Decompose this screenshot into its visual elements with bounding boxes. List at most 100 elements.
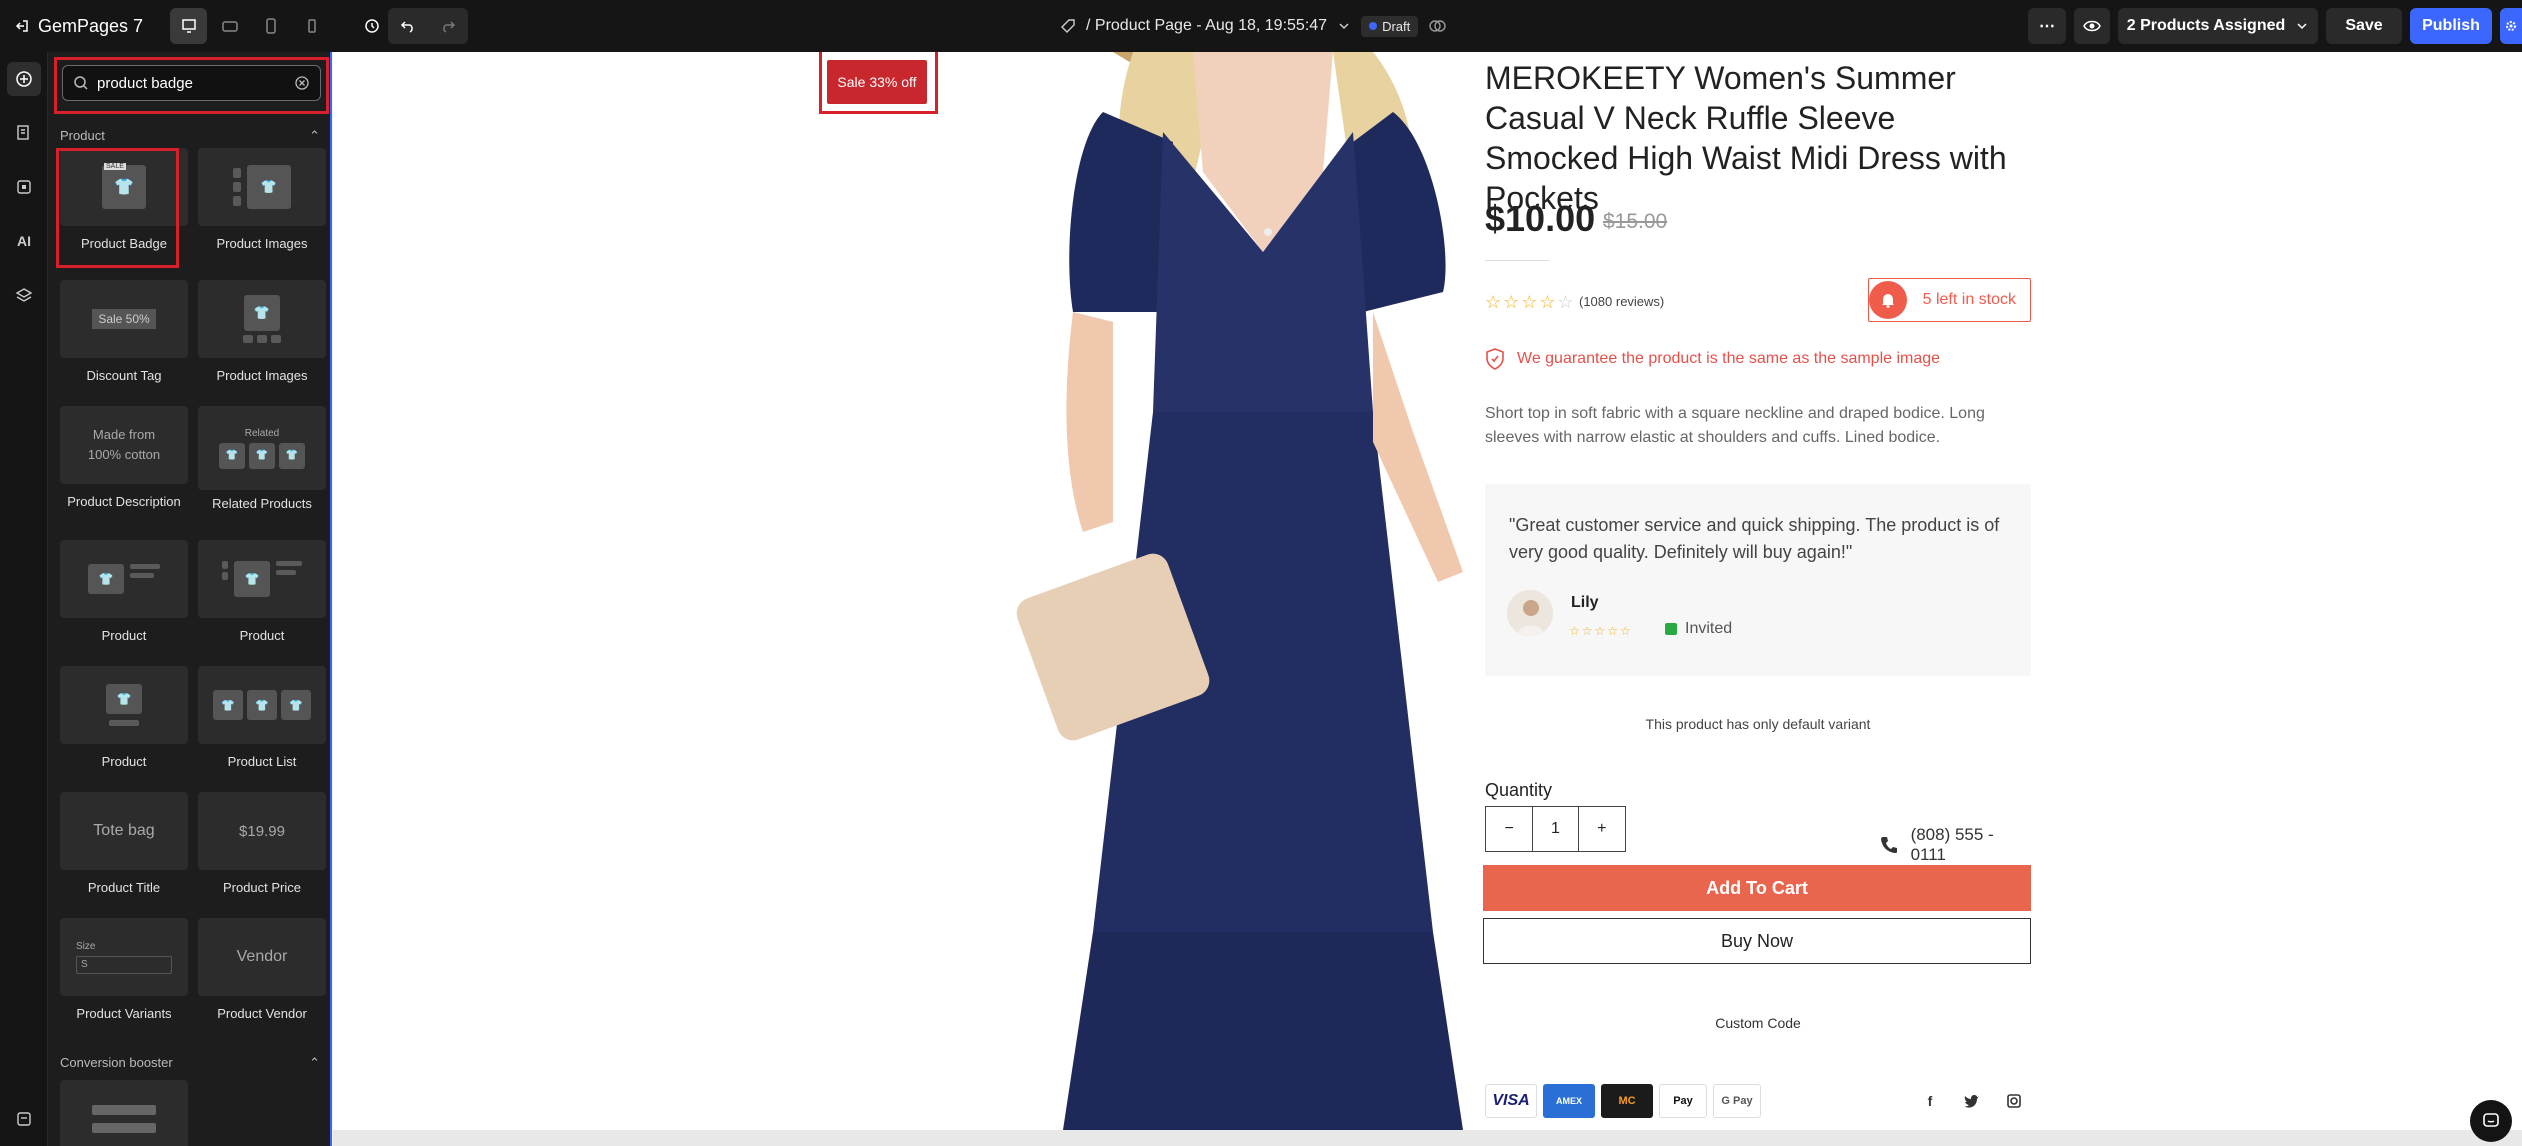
- add-elements-button[interactable]: [0, 52, 48, 106]
- facebook-icon[interactable]: f: [1915, 1086, 1945, 1116]
- product-title[interactable]: MEROKEETY Women's Summer Casual V Neck R…: [1485, 58, 2031, 218]
- chat-button[interactable]: [2470, 1100, 2512, 1142]
- history-icon: [365, 19, 379, 33]
- publish-settings-button[interactable]: [2500, 8, 2522, 44]
- rating-stars[interactable]: ☆☆☆☆☆: [1485, 292, 1576, 313]
- section-product-header[interactable]: Product ⌃: [60, 128, 320, 144]
- tile-thumb: Vendor: [198, 918, 326, 996]
- tile-product-price[interactable]: $19.99 Product Price: [198, 792, 326, 895]
- tile-label: Discount Tag: [86, 368, 162, 383]
- guarantee[interactable]: We guarantee the product is the same as …: [1485, 348, 1940, 370]
- layers-button[interactable]: [0, 268, 48, 322]
- search-highlight: [54, 57, 329, 114]
- app-logo[interactable]: GemPages 7: [14, 16, 143, 37]
- tile-label: Product Images: [216, 368, 308, 383]
- reviewer-tag-label: Invited: [1685, 620, 1733, 637]
- quantity-input[interactable]: 1: [1532, 807, 1579, 851]
- top-bar: GemPages 7 / Product Page - Aug 18, 19:5…: [0, 0, 2522, 52]
- phone-contact[interactable]: (808) 555 - 0111: [1879, 825, 2031, 865]
- apps-icon: [17, 180, 31, 194]
- tile-product-vendor[interactable]: Vendor Product Vendor: [198, 918, 326, 1021]
- phone-number: (808) 555 - 0111: [1910, 825, 1994, 864]
- tile-product-images[interactable]: 👕 Product Images: [198, 148, 326, 251]
- tile-product-3[interactable]: 👕 Product: [60, 666, 188, 769]
- tile-label: Product Price: [222, 880, 302, 895]
- products-assigned-dropdown[interactable]: 2 Products Assigned: [2118, 8, 2318, 44]
- history-button[interactable]: [354, 8, 390, 44]
- tile-related-products[interactable]: Related 👕 👕 👕 Related Products: [198, 406, 326, 511]
- tile-discount-tag[interactable]: Sale 50% Discount Tag: [60, 280, 188, 383]
- tile-product-description[interactable]: Made from 100% cotton Product Descriptio…: [60, 406, 188, 509]
- twitter-icon[interactable]: [1957, 1086, 1987, 1116]
- undo-redo-group: [388, 8, 468, 44]
- testimonial[interactable]: "Great customer service and quick shippi…: [1485, 484, 2031, 676]
- pages-button[interactable]: [0, 106, 48, 160]
- more-icon: ⋯: [2039, 18, 2055, 35]
- product-price[interactable]: $10.00: [1485, 198, 1595, 240]
- compare-price[interactable]: $15.00: [1603, 210, 1667, 234]
- tile-label: Product Images: [216, 236, 308, 251]
- exit-icon: [15, 20, 28, 32]
- canvas-bottom-bar: [333, 1130, 2522, 1146]
- guarantee-text: We guarantee the product is the same as …: [1517, 350, 1941, 367]
- thumb-bar: [109, 720, 139, 726]
- tile-thumb: 👕 👕 👕: [198, 666, 326, 744]
- decrease-button[interactable]: −: [1486, 807, 1532, 851]
- publish-button[interactable]: Publish: [2410, 8, 2492, 44]
- instagram-icon[interactable]: [1999, 1086, 2029, 1116]
- reviewer-stars: ☆☆☆☆☆: [1569, 624, 1633, 638]
- tile-product-variants[interactable]: Size S Product Variants: [60, 918, 188, 1021]
- undo-icon: [400, 21, 413, 33]
- tile-thumb: Size S: [60, 918, 188, 996]
- tile-product-images-2[interactable]: 👕 Product Images: [198, 280, 326, 383]
- editor-canvas: Sale 33% off MEROKEETY Women's Summer Ca…: [333, 52, 2522, 1130]
- testimonial-quote: "Great customer service and quick shippi…: [1509, 515, 2000, 562]
- tile-label: Product: [101, 628, 147, 643]
- undo-button[interactable]: [388, 8, 428, 44]
- page-title-selector[interactable]: / Product Page - Aug 18, 19:55:47 Draft: [1060, 0, 1446, 52]
- section-title: Conversion booster: [60, 1055, 173, 1070]
- pages-icon: [17, 125, 29, 140]
- thumb-select: S: [76, 955, 172, 974]
- tile-product-1[interactable]: 👕 Product: [60, 540, 188, 643]
- tile-product-title[interactable]: Tote bag Product Title: [60, 792, 188, 895]
- clear-icon[interactable]: [294, 75, 310, 91]
- section-conversion-header[interactable]: Conversion booster ⌃: [60, 1055, 320, 1071]
- save-button[interactable]: Save: [2326, 8, 2402, 44]
- topbar-actions: ⋯ 2 Products Assigned Save Publish: [2028, 8, 2522, 44]
- tile-product-2[interactable]: 👕 Product: [198, 540, 326, 643]
- tablet-landscape-view-button[interactable]: [211, 8, 248, 44]
- ai-button[interactable]: AI: [0, 214, 48, 268]
- apps-button[interactable]: [0, 160, 48, 214]
- add-to-cart-button[interactable]: Add To Cart: [1483, 865, 2031, 911]
- more-button[interactable]: ⋯: [2028, 8, 2066, 44]
- chevron-up-icon: ⌃: [309, 1055, 320, 1070]
- tile-product-list[interactable]: 👕 👕 👕 Product List: [198, 666, 326, 769]
- tile-thumb: 👕: [198, 280, 326, 358]
- phone-icon: [1881, 837, 1897, 853]
- desktop-view-button[interactable]: [170, 8, 207, 44]
- thumb-text: Vendor: [236, 948, 288, 965]
- section-title: Product: [60, 128, 105, 143]
- chevron-down-icon: [2297, 23, 2307, 30]
- custom-code[interactable]: Custom Code: [1485, 1015, 2031, 1031]
- tablet-portrait-view-button[interactable]: [252, 8, 289, 44]
- buy-now-button[interactable]: Buy Now: [1483, 918, 2031, 964]
- thumb-layout: 👕: [88, 564, 160, 594]
- apple-pay-icon: Pay: [1659, 1084, 1707, 1118]
- thumb-text: $19.99: [239, 822, 285, 840]
- desktop-icon: [181, 19, 196, 33]
- product-description[interactable]: Short top in soft fabric with a square n…: [1485, 402, 2025, 450]
- preview-button[interactable]: [2074, 8, 2110, 44]
- stock-counter[interactable]: 5 left in stock: [1868, 278, 2031, 322]
- versions-icon[interactable]: [1428, 17, 1446, 35]
- tile-conversion-1[interactable]: [60, 1080, 188, 1146]
- check-icon: [1665, 623, 1677, 635]
- tile-thumb: 👕: [198, 540, 326, 618]
- feedback-button[interactable]: [0, 1092, 48, 1146]
- search-input[interactable]: [97, 74, 277, 92]
- redo-button[interactable]: [428, 8, 468, 44]
- increase-button[interactable]: +: [1579, 807, 1625, 851]
- mobile-view-button[interactable]: [293, 8, 330, 44]
- chevron-up-icon: ⌃: [309, 128, 320, 143]
